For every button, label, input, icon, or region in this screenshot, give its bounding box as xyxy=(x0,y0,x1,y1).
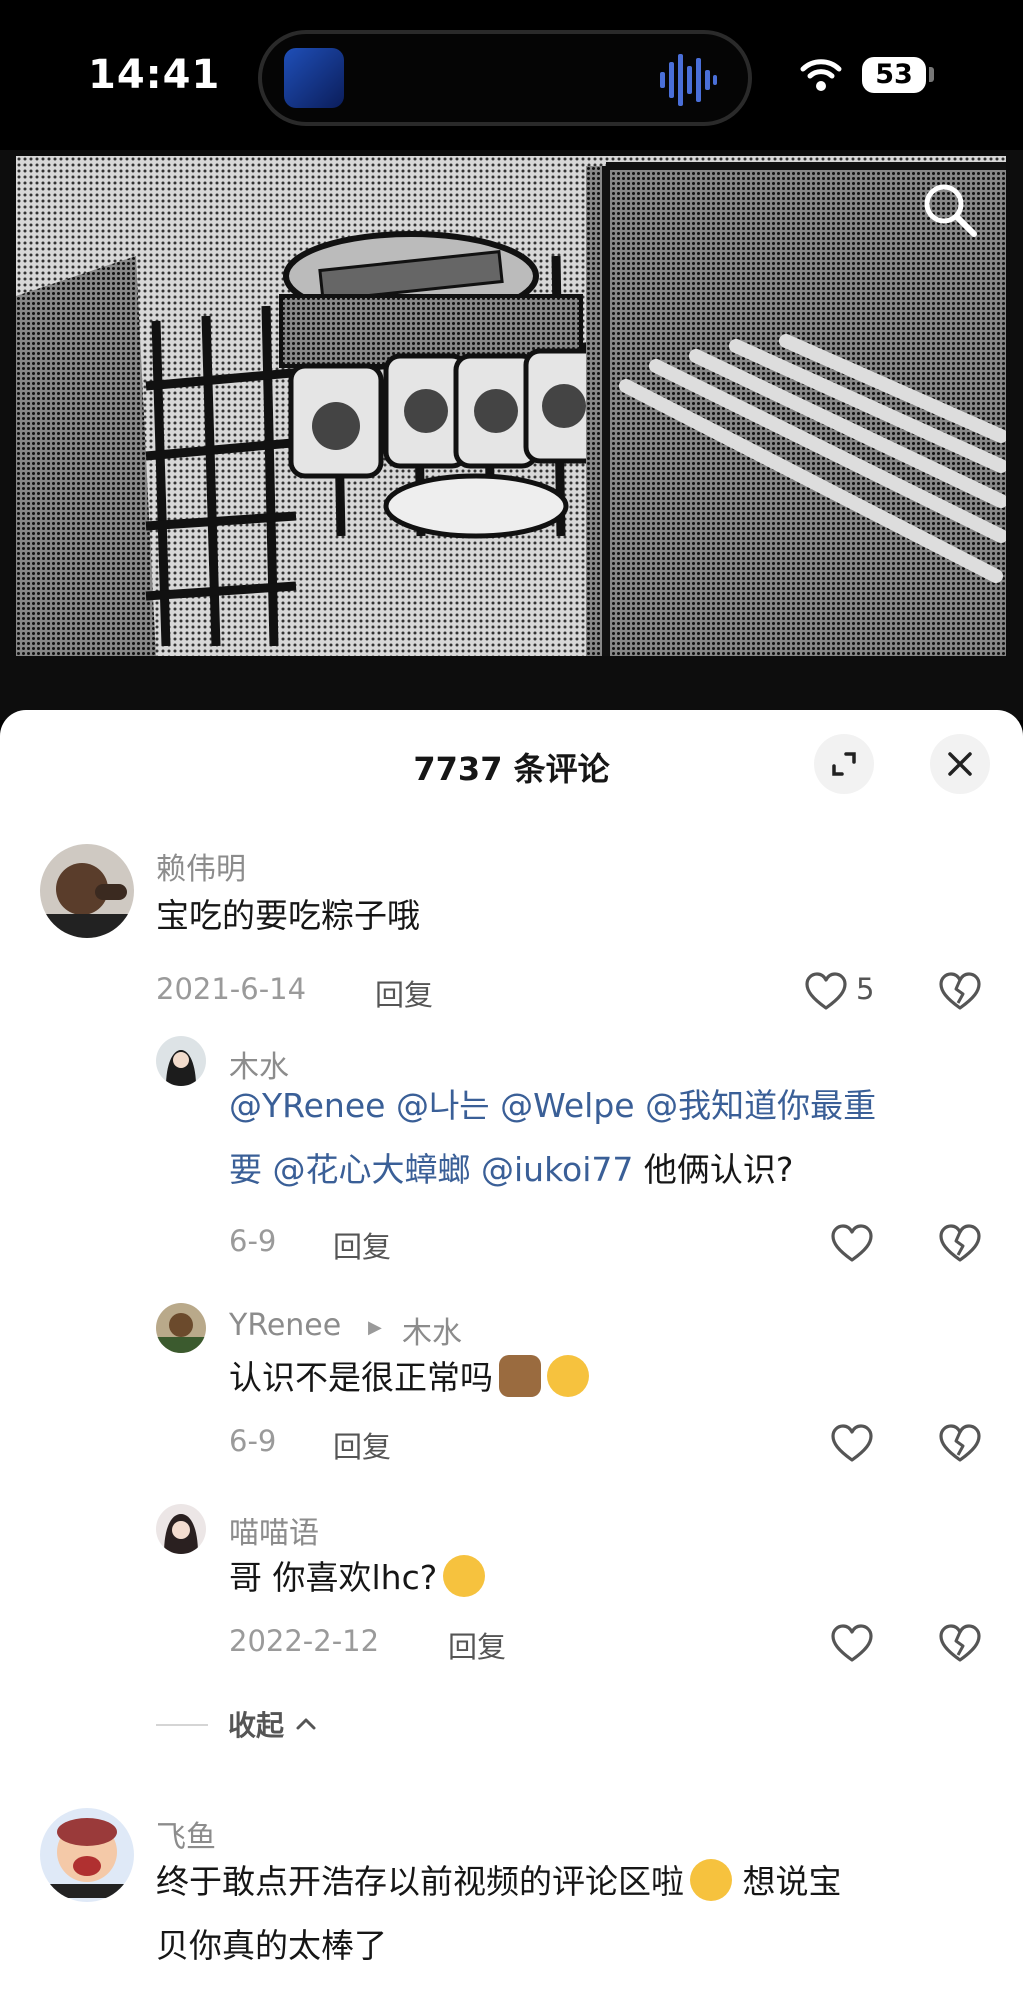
like-heart-icon[interactable] xyxy=(830,1423,874,1463)
reply-button[interactable]: 回复 xyxy=(333,1424,391,1466)
mention-link-continued[interactable]: 要 xyxy=(229,1150,262,1189)
now-playing-app-icon[interactable] xyxy=(284,48,344,108)
avatar[interactable] xyxy=(156,1303,206,1353)
avatar[interactable] xyxy=(40,844,134,938)
search-icon[interactable] xyxy=(918,178,982,242)
crying-emoji-icon xyxy=(443,1555,486,1597)
reply-text-content: 认识不是很正常吗 xyxy=(229,1358,493,1397)
battery-nub xyxy=(929,67,934,82)
status-bar: 14:41 53 xyxy=(0,0,1023,150)
reply-button[interactable]: 回复 xyxy=(375,972,433,1014)
comment-username[interactable]: 赖伟明 xyxy=(156,844,246,888)
collapse-divider xyxy=(156,1724,208,1726)
comment-text-part: 想说宝 xyxy=(742,1862,842,1901)
comment-text: 终于敢点开浩存以前视频的评论区啦 想说宝 贝你真的太棒了 xyxy=(156,1850,996,1978)
battery-indicator: 53 xyxy=(862,57,926,93)
dislike-broken-heart-icon[interactable] xyxy=(938,1623,982,1663)
comment-text-part: 终于敢点开浩存以前视频的评论区啦 xyxy=(156,1862,684,1901)
reply-text: @YRenee @나는 @Welpe @我知道你最重 要 @花心大蟑螂 @iuk… xyxy=(229,1074,989,1202)
comment-text: 宝吃的要吃粽子哦 xyxy=(156,896,420,935)
like-heart-icon[interactable] xyxy=(830,1623,874,1663)
reply-text-content: 哥 你喜欢lhc? xyxy=(229,1558,438,1597)
dislike-broken-heart-icon[interactable] xyxy=(938,1223,982,1263)
audio-waveform-icon xyxy=(660,54,717,106)
reply-username[interactable]: YRenee xyxy=(229,1308,341,1343)
dislike-broken-heart-icon[interactable] xyxy=(938,971,982,1011)
chevron-up-icon xyxy=(296,1718,316,1730)
expand-button[interactable] xyxy=(814,734,874,794)
like-heart-icon[interactable] xyxy=(830,1223,874,1263)
status-time: 14:41 xyxy=(88,52,221,98)
crying-emoji-icon xyxy=(690,1859,732,1901)
comment-date: 2021-6-14 xyxy=(156,972,307,1006)
close-button[interactable] xyxy=(930,734,990,794)
dog-emoji-icon xyxy=(499,1355,541,1397)
comment-text-line: 贝你真的太棒了 xyxy=(156,1926,387,1965)
mention-link[interactable]: @iukoi77 xyxy=(481,1150,633,1189)
reply-to-arrow-icon: ▶ xyxy=(368,1317,382,1338)
mention-link[interactable]: @YRenee xyxy=(229,1086,385,1125)
reply-date: 6-9 xyxy=(229,1424,277,1458)
reply-text: 认识不是很正常吗 xyxy=(229,1346,589,1410)
reply-date: 2022-2-12 xyxy=(229,1624,380,1658)
avatar[interactable] xyxy=(40,1808,134,1902)
dislike-broken-heart-icon[interactable] xyxy=(938,1423,982,1463)
reply-text-tail: 他俩认识? xyxy=(643,1150,794,1189)
collapse-label: 收起 xyxy=(228,1709,285,1742)
dynamic-island[interactable] xyxy=(258,30,752,126)
mention-link[interactable]: @花心大蟑螂 xyxy=(273,1150,471,1189)
avatar[interactable] xyxy=(156,1036,206,1086)
reply-date: 6-9 xyxy=(229,1224,277,1258)
video-player[interactable] xyxy=(0,150,1023,720)
mention-link[interactable]: @나는 xyxy=(396,1086,490,1125)
close-icon xyxy=(948,752,972,776)
mention-link[interactable]: @我知道你最重 xyxy=(645,1086,876,1125)
like-count: 5 xyxy=(856,972,875,1006)
collapse-replies-button[interactable]: 收起 xyxy=(228,1704,318,1744)
reply-text: 哥 你喜欢lhc? xyxy=(229,1546,486,1610)
reply-button[interactable]: 回复 xyxy=(448,1624,506,1666)
comments-sheet: 7737 条评论 赖伟明 宝吃的要吃粽子哦 2021-6-14 回复 5 木水 … xyxy=(0,710,1023,2004)
expand-icon xyxy=(832,752,856,776)
video-frame-image xyxy=(16,156,1006,656)
wifi-icon xyxy=(800,59,842,91)
like-heart-icon[interactable] xyxy=(804,971,848,1011)
avatar[interactable] xyxy=(156,1504,206,1554)
smirk-emoji-icon xyxy=(547,1355,589,1397)
reply-button[interactable]: 回复 xyxy=(333,1224,391,1266)
mention-link[interactable]: @Welpe xyxy=(500,1086,634,1125)
